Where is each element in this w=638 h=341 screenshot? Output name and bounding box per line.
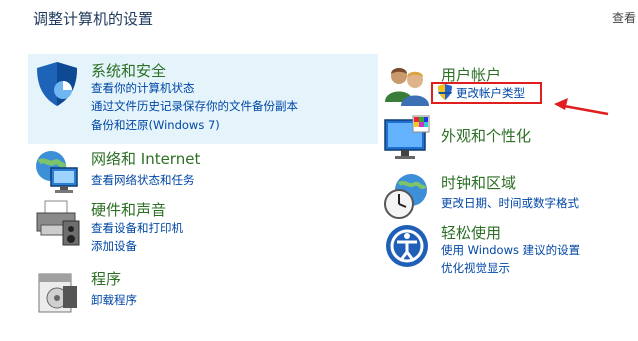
category-title-clock-region[interactable]: 时钟和区域 bbox=[441, 172, 516, 193]
category-ease-of-access[interactable]: 轻松使用 使用 Windows 建议的设置 优化视觉显示 bbox=[383, 222, 623, 282]
link-devices-printers[interactable]: 查看设备和打印机 bbox=[91, 219, 183, 237]
category-network-internet[interactable]: 网络和 Internet 查看网络状态和任务 bbox=[33, 148, 333, 198]
network-globe-icon bbox=[33, 148, 81, 196]
printer-icon bbox=[33, 199, 81, 247]
category-hardware-sound[interactable]: 硬件和声音 查看设备和打印机 添加设备 bbox=[33, 199, 333, 259]
category-system-security[interactable]: 系统和安全 查看你的计算机状态 通过文件历史记录保存你的文件备份副本 备份和还原… bbox=[33, 60, 373, 140]
link-backup-restore[interactable]: 备份和还原(Windows 7) bbox=[91, 116, 220, 134]
link-change-date-time-format[interactable]: 更改日期、时间或数字格式 bbox=[441, 194, 579, 212]
highlight-box bbox=[431, 82, 542, 104]
category-title-appearance[interactable]: 外观和个性化 bbox=[441, 125, 531, 146]
page-title: 调整计算机的设置 bbox=[33, 10, 154, 28]
category-clock-region[interactable]: 时钟和区域 更改日期、时间或数字格式 bbox=[383, 172, 623, 222]
category-appearance[interactable]: 外观和个性化 bbox=[383, 114, 623, 164]
category-title-programs[interactable]: 程序 bbox=[91, 268, 121, 289]
view-by-label[interactable]: 查看 bbox=[612, 9, 636, 26]
monitor-palette-icon bbox=[383, 114, 431, 162]
category-programs[interactable]: 程序 卸载程序 bbox=[33, 268, 333, 318]
category-title-hardware[interactable]: 硬件和声音 bbox=[91, 199, 166, 220]
ease-of-access-icon bbox=[383, 222, 431, 270]
link-recommended-settings[interactable]: 使用 Windows 建议的设置 bbox=[441, 241, 580, 259]
shield-icon bbox=[33, 60, 81, 108]
category-title-ease-of-access[interactable]: 轻松使用 bbox=[441, 222, 501, 243]
link-network-status[interactable]: 查看网络状态和任务 bbox=[91, 171, 195, 189]
category-title-system-security[interactable]: 系统和安全 bbox=[91, 60, 166, 81]
users-icon bbox=[383, 62, 431, 110]
link-optimize-visual[interactable]: 优化视觉显示 bbox=[441, 259, 510, 277]
link-uninstall-program[interactable]: 卸载程序 bbox=[91, 291, 137, 309]
link-view-computer-status[interactable]: 查看你的计算机状态 bbox=[91, 79, 195, 97]
programs-icon bbox=[33, 268, 81, 316]
link-add-device[interactable]: 添加设备 bbox=[91, 237, 137, 255]
clock-globe-icon bbox=[383, 172, 431, 220]
category-title-network[interactable]: 网络和 Internet bbox=[91, 148, 200, 169]
link-file-history-backup[interactable]: 通过文件历史记录保存你的文件备份副本 bbox=[91, 97, 298, 115]
